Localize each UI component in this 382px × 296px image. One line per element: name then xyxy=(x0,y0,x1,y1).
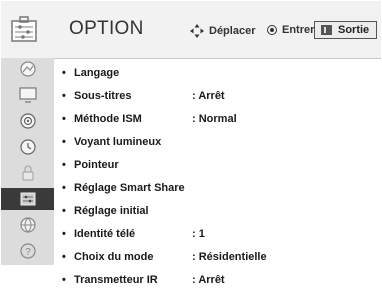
menu-item-label: Voyant lumineux xyxy=(74,136,162,148)
bullet-dot: • xyxy=(62,90,66,102)
menu-item-value: Résidentielle xyxy=(192,251,267,263)
bullet-dot: • xyxy=(62,67,66,79)
audio-icon xyxy=(19,113,36,129)
sidebar-item-lock[interactable] xyxy=(1,162,54,184)
page-title: OPTION xyxy=(69,18,144,39)
sidebar-item-screen[interactable] xyxy=(1,84,54,106)
menu-item-label: Méthode ISM xyxy=(74,113,142,125)
menu-item-value: 1 xyxy=(192,228,205,240)
svg-text:?: ? xyxy=(25,247,31,258)
sidebar-item-audio[interactable] xyxy=(1,110,54,132)
bullet-dot: • xyxy=(62,182,66,194)
bullet-dot: • xyxy=(62,205,66,217)
move-arrows-icon xyxy=(190,24,204,38)
menu-item-label: Réglage initial xyxy=(74,205,149,217)
move-hint: Déplacer xyxy=(190,24,255,38)
menu-item-value: Arrêt xyxy=(192,274,224,286)
monitor-icon xyxy=(18,87,37,103)
menu-item-ir-transmitter[interactable]: • Transmetteur IR Arrêt xyxy=(62,269,225,291)
menu-header: OPTION Déplacer Entrer Sortie xyxy=(1,1,381,59)
ok-button-icon xyxy=(267,25,277,35)
menu-item-initial-setting[interactable]: • Réglage initial xyxy=(62,200,149,222)
sidebar-item-time[interactable] xyxy=(1,136,54,158)
menu-item-smart-share[interactable]: • Réglage Smart Share xyxy=(62,177,185,199)
menu-item-label: Réglage Smart Share xyxy=(74,182,185,194)
sidebar-item-help[interactable]: ? xyxy=(1,240,54,262)
menu-item-label: Sous-titres xyxy=(74,90,132,102)
menu-item-value: Arrêt xyxy=(192,90,224,102)
option-icon xyxy=(20,192,35,206)
exit-label: Sortie xyxy=(338,24,370,36)
exit-icon xyxy=(321,25,332,35)
bullet-dot: • xyxy=(62,251,66,263)
menu-item-label: Identité télé xyxy=(74,228,136,240)
help-icon: ? xyxy=(19,243,36,259)
bullet-dot: • xyxy=(62,274,66,286)
sidebar-item-option[interactable] xyxy=(1,188,54,210)
menu-item-label: Langage xyxy=(74,67,120,79)
menu-item-label: Transmetteur IR xyxy=(74,274,158,286)
network-icon xyxy=(19,217,36,233)
menu-item-value: Normal xyxy=(192,113,237,125)
lock-icon xyxy=(21,165,34,181)
option-menu-window: OPTION Déplacer Entrer Sortie ? • Langag… xyxy=(0,0,382,296)
menu-item-tv-id[interactable]: • Identité télé 1 xyxy=(62,223,205,245)
picture-icon xyxy=(19,61,36,77)
menu-item-label: Pointeur xyxy=(74,159,119,171)
enter-hint: Entrer xyxy=(267,24,314,36)
menu-item-mode-setting[interactable]: • Choix du mode Résidentielle xyxy=(62,246,267,268)
bullet-dot: • xyxy=(62,228,66,240)
menu-item-subtitles[interactable]: • Sous-titres Arrêt xyxy=(62,85,225,107)
menu-item-pointer[interactable]: • Pointeur xyxy=(62,154,119,176)
menu-item-power-indicator[interactable]: • Voyant lumineux xyxy=(62,131,161,153)
category-sidebar: ? xyxy=(1,58,54,265)
exit-button[interactable]: Sortie xyxy=(314,21,377,39)
sidebar-item-picture[interactable] xyxy=(1,58,54,80)
sidebar-item-network[interactable] xyxy=(1,214,54,236)
bullet-dot: • xyxy=(62,159,66,171)
menu-item-label: Choix du mode xyxy=(74,251,154,263)
menu-item-language[interactable]: • Langage xyxy=(62,62,119,84)
move-label: Déplacer xyxy=(209,25,256,37)
clock-icon xyxy=(19,139,36,155)
bullet-dot: • xyxy=(62,136,66,148)
enter-label: Entrer xyxy=(282,24,315,36)
menu-item-ism-method[interactable]: • Méthode ISM Normal xyxy=(62,108,237,130)
option-icon xyxy=(11,16,37,42)
option-list: • Langage • Sous-titres Arrêt • Méthode … xyxy=(54,58,381,296)
bullet-dot: • xyxy=(62,113,66,125)
